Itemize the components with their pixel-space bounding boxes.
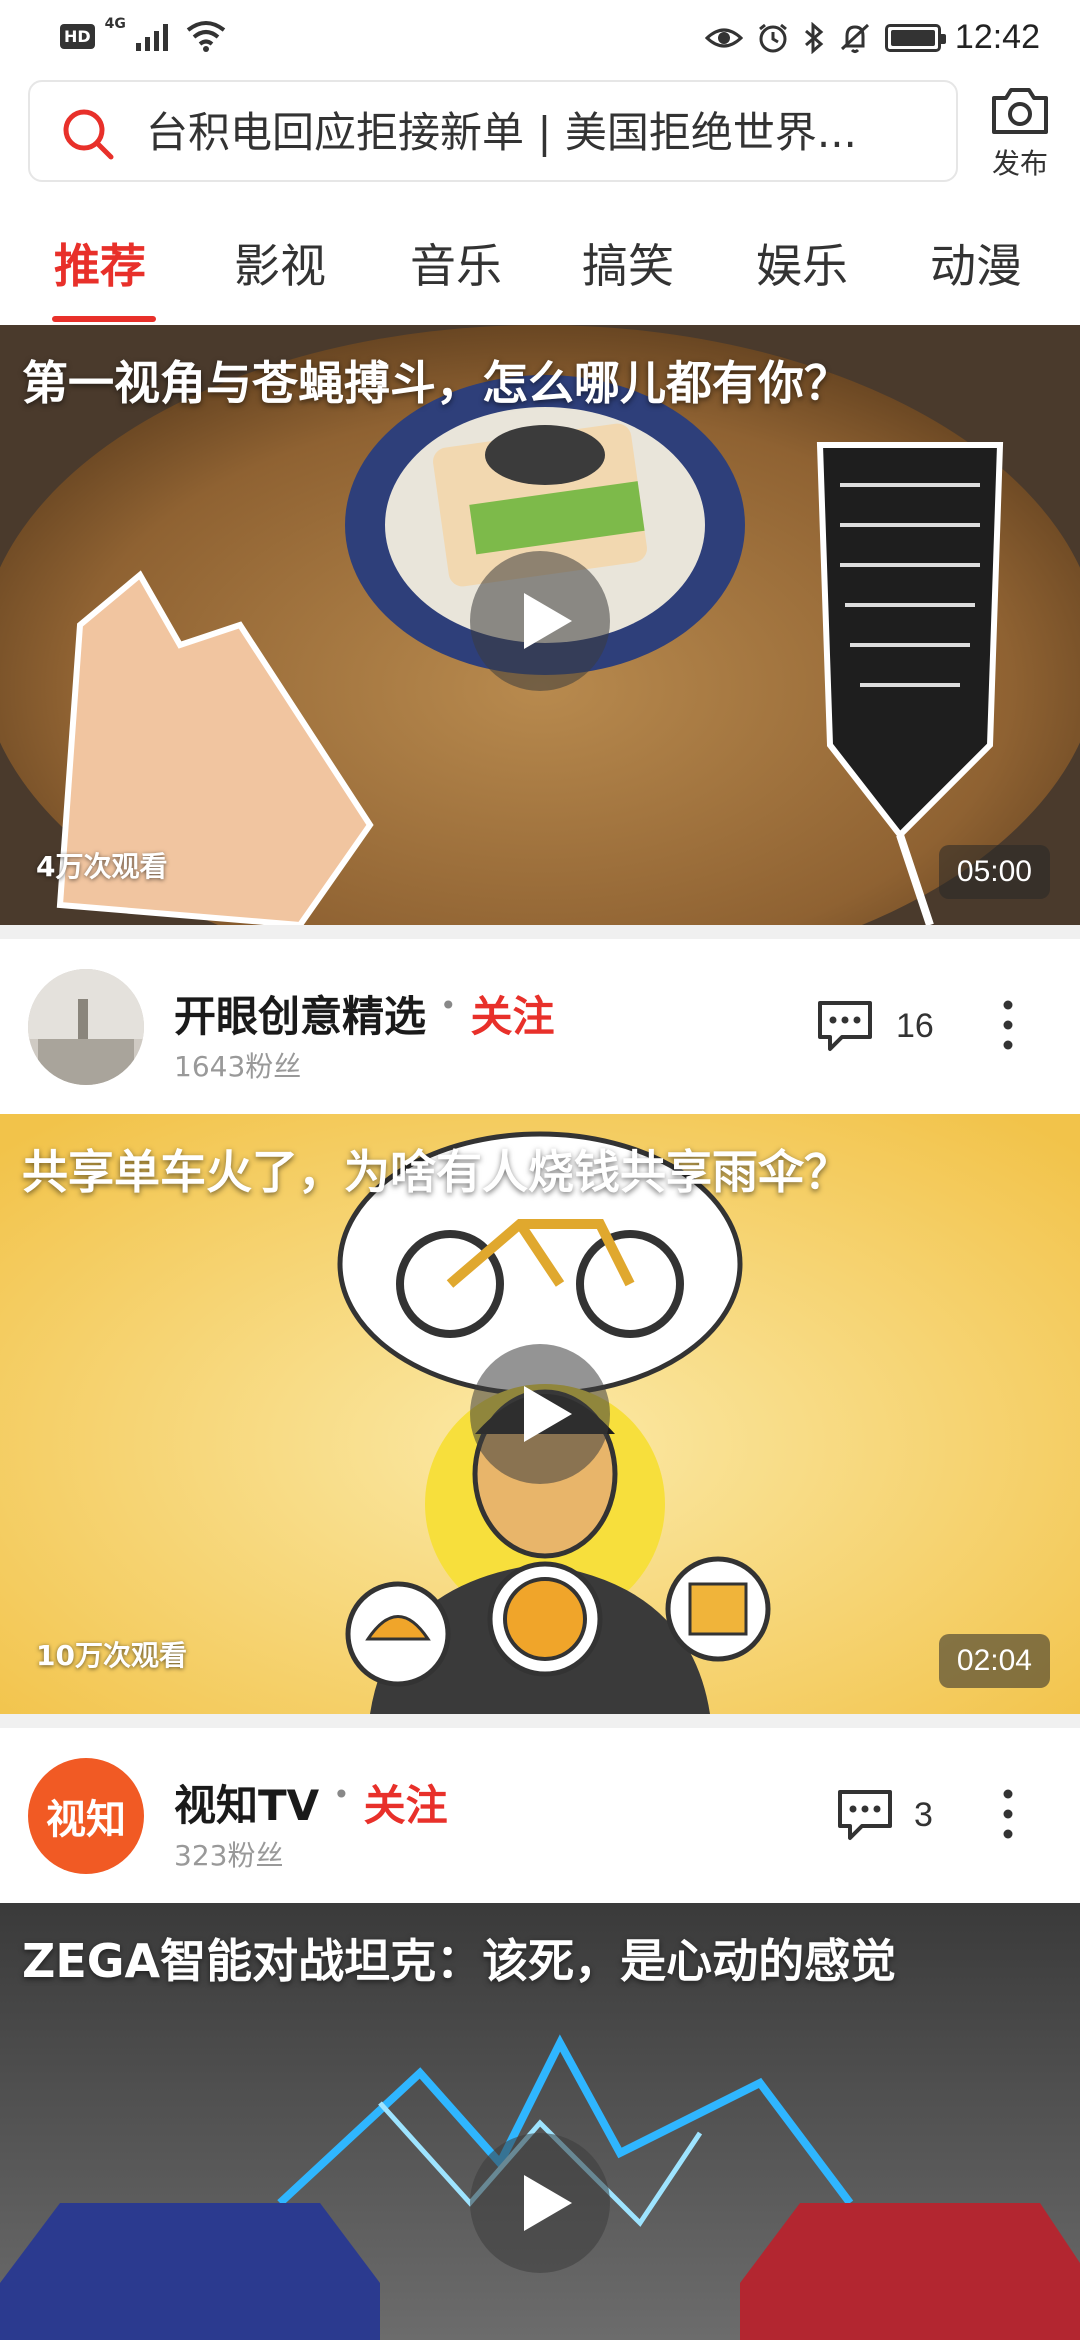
comment-icon[interactable] (814, 997, 876, 1053)
video-title: ZEGA智能对战坦克：该死，是心动的感觉 (22, 1934, 897, 1988)
publish-label: 发布 (991, 147, 1048, 180)
camera-icon (992, 88, 1048, 134)
play-button[interactable] (470, 2133, 610, 2273)
video-duration: 02:04 (938, 1634, 1050, 1688)
signal-icon (135, 24, 168, 51)
category-tabs: 推荐 影视 音乐 搞笑 娱乐 动漫 (0, 210, 1080, 325)
play-button[interactable] (470, 551, 610, 691)
video-card-1[interactable]: 第一视角与苍蝇搏斗，怎么哪儿都有你？ 4万次观看 05:00 (0, 325, 1080, 925)
active-tab-indicator (52, 316, 156, 322)
hd-badge: HD (60, 23, 95, 49)
tab-funny[interactable]: 搞笑 (582, 230, 674, 296)
video-duration: 05:00 (938, 845, 1050, 899)
search-icon (63, 109, 114, 160)
comment-icon[interactable] (834, 1786, 896, 1842)
more-icon[interactable] (1000, 1784, 1016, 1844)
author-name-line: 视知TV • 关注 (174, 1772, 448, 1833)
author-name[interactable]: 视知TV (174, 1772, 319, 1833)
alarm-icon (758, 23, 787, 52)
video-title: 共享单车火了，为啥有人烧钱共享雨伞？ (22, 1145, 850, 1199)
tab-music[interactable]: 音乐 (410, 230, 502, 296)
mute-icon (840, 23, 869, 53)
video-title: 第一视角与苍蝇搏斗，怎么哪儿都有你？ (22, 356, 850, 410)
status-bar: HD 4G 12:42 (0, 0, 1080, 78)
separator-dot: • (440, 989, 457, 1022)
author-name-line: 开眼创意精选 • 关注 (174, 983, 555, 1044)
tab-film[interactable]: 影视 (234, 230, 326, 296)
tab-entertainment[interactable]: 娱乐 (756, 230, 848, 296)
play-button[interactable] (470, 1344, 610, 1484)
wifi-icon (186, 21, 226, 52)
clock: 12:42 (954, 18, 1040, 56)
more-icon[interactable] (1000, 995, 1016, 1055)
fan-count: 1643粉丝 (174, 1050, 302, 1083)
play-icon (524, 2175, 572, 2231)
avatar[interactable] (28, 969, 144, 1085)
battery-icon (884, 23, 946, 52)
separator-dot: • (333, 1778, 350, 1811)
view-count: 10万次观看 (36, 1639, 187, 1672)
search-hot-text: 台积电回应拒接新单 | 美国拒绝世界... (146, 108, 857, 157)
fan-count: 323粉丝 (174, 1839, 284, 1872)
follow-button[interactable]: 关注 (364, 1772, 448, 1833)
comment-count: 16 (896, 1007, 934, 1045)
comment-count: 3 (914, 1796, 933, 1834)
divider (0, 1714, 1080, 1728)
tab-anime[interactable]: 动漫 (930, 230, 1022, 296)
play-icon (524, 593, 572, 649)
avatar[interactable]: 视知 (28, 1758, 144, 1874)
status-left: HD 4G (60, 16, 226, 52)
tab-recommend[interactable]: 推荐 (54, 230, 146, 296)
publish-button[interactable]: 发布 (982, 84, 1058, 182)
bluetooth-icon (804, 21, 824, 54)
search-input[interactable]: 台积电回应拒接新单 | 美国拒绝世界... (28, 80, 958, 182)
divider (0, 925, 1080, 939)
status-right: 12:42 (704, 18, 1040, 57)
play-icon (524, 1386, 572, 1442)
view-count: 4万次观看 (36, 850, 168, 883)
author-row-2: 视知 视知TV • 关注 323粉丝 3 (0, 1728, 1080, 1903)
video-card-3[interactable]: ZEGA智能对战坦克：该死，是心动的感觉 (0, 1903, 1080, 2340)
video-card-2[interactable]: 共享单车火了，为啥有人烧钱共享雨伞？ 10万次观看 02:04 (0, 1114, 1080, 1714)
follow-button[interactable]: 关注 (471, 983, 555, 1044)
eye-comfort-icon (704, 28, 743, 47)
network-type: 4G (104, 16, 126, 32)
author-row-1: 开眼创意精选 • 关注 1643粉丝 16 (0, 939, 1080, 1114)
author-name[interactable]: 开眼创意精选 (174, 983, 426, 1044)
avatar-logo-text: 视知 (46, 1797, 126, 1843)
